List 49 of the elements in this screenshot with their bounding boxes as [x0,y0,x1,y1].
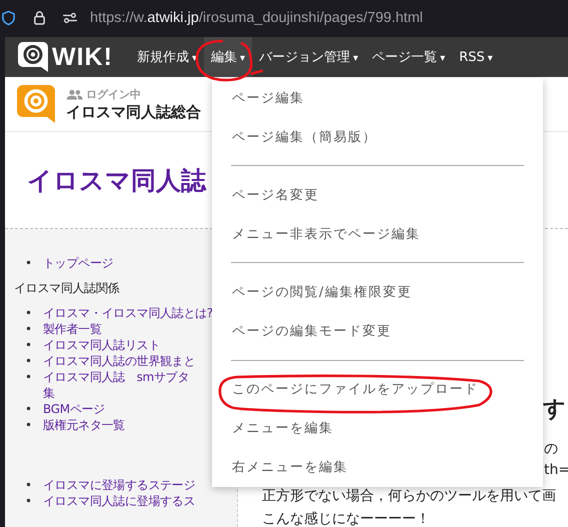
list-bullet: • [25,305,33,321]
sidebar-link[interactable]: BGMページ [43,401,105,417]
menu-item[interactable]: メニュー非表示でページ編集 [212,214,543,254]
page-title: イロスマ同人誌 [27,164,206,196]
menu-item[interactable]: ページの閲覧/編集権限変更 [212,272,543,312]
menu-item[interactable]: ページ名変更 [212,175,543,214]
section-heading: す [543,397,566,423]
nav-menu-item[interactable]: RSS ▾ [452,37,500,77]
list-bullet: • [25,353,33,369]
list-bullet: • [25,401,33,417]
list-bullet: • [25,337,33,353]
list-bullet: • [25,417,33,433]
list-bullet: • [25,493,33,509]
nav-menu-item[interactable]: バージョン管理 ▾ [252,37,366,77]
menu-item[interactable]: メニューを編集 [212,408,543,448]
list-bullet: • [25,255,33,271]
at-sign-logo-icon [17,41,49,73]
logo-text[interactable]: WIK! [52,42,113,72]
list-bullet: • [25,477,33,493]
menu-item[interactable]: 右メニューを編集 [212,448,543,487]
address-bar-url[interactable]: https://w.atwiki.jp/irosuma_doujinshi/pages/799.html [90,10,423,26]
settings-icon[interactable] [62,12,78,24]
sidebar-link[interactable]: イロスマ同人誌 smサブタ 集 [43,369,190,401]
sidebar-link[interactable]: イロスマ同人誌に登場するス [43,493,196,509]
sidebar-heading: イロスマ同人誌関係 [14,280,120,297]
menu-item[interactable]: このページにファイルをアップロード [212,370,543,409]
sidebar-link[interactable]: イロスマ・イロスマ同人誌とは? [43,305,213,321]
sidebar-link[interactable]: イロスマ同人誌リスト [43,337,160,353]
login-status: ログイン中 [86,86,141,102]
sidebar-link[interactable]: トップページ [43,255,114,271]
body-text: の [544,440,558,459]
body-text: 正方形でない場合，何らかのツールを用いて画 [262,487,556,506]
people-icon [66,88,83,100]
menu-item[interactable]: ページ編集 [212,78,543,118]
at-sign-logo-icon [16,84,56,124]
shield-icon[interactable] [2,10,15,26]
lock-icon[interactable] [33,10,46,25]
body-text: こんな感じになーーーー！ [262,510,430,527]
nav-menu-item[interactable]: 編集 ▾ [204,37,252,77]
nav-menu-item[interactable]: ページ一覧 ▾ [365,37,452,77]
list-bullet: • [25,369,33,386]
menu-item[interactable]: ページの編集モード変更 [212,312,543,351]
sidebar-link[interactable]: 版権元ネタ一覧 [43,417,125,433]
sidebar-link[interactable]: イロスマに登場するステージ [43,477,196,493]
sidebar-link[interactable]: イロスマ同人誌の世界観まと [43,353,196,369]
sidebar-link[interactable]: 製作者一覧 [43,321,102,337]
list-bullet: • [25,321,33,337]
site-title[interactable]: イロスマ同人誌総合 [66,102,201,122]
menu-item[interactable]: ページ編集（簡易版） [212,117,543,156]
